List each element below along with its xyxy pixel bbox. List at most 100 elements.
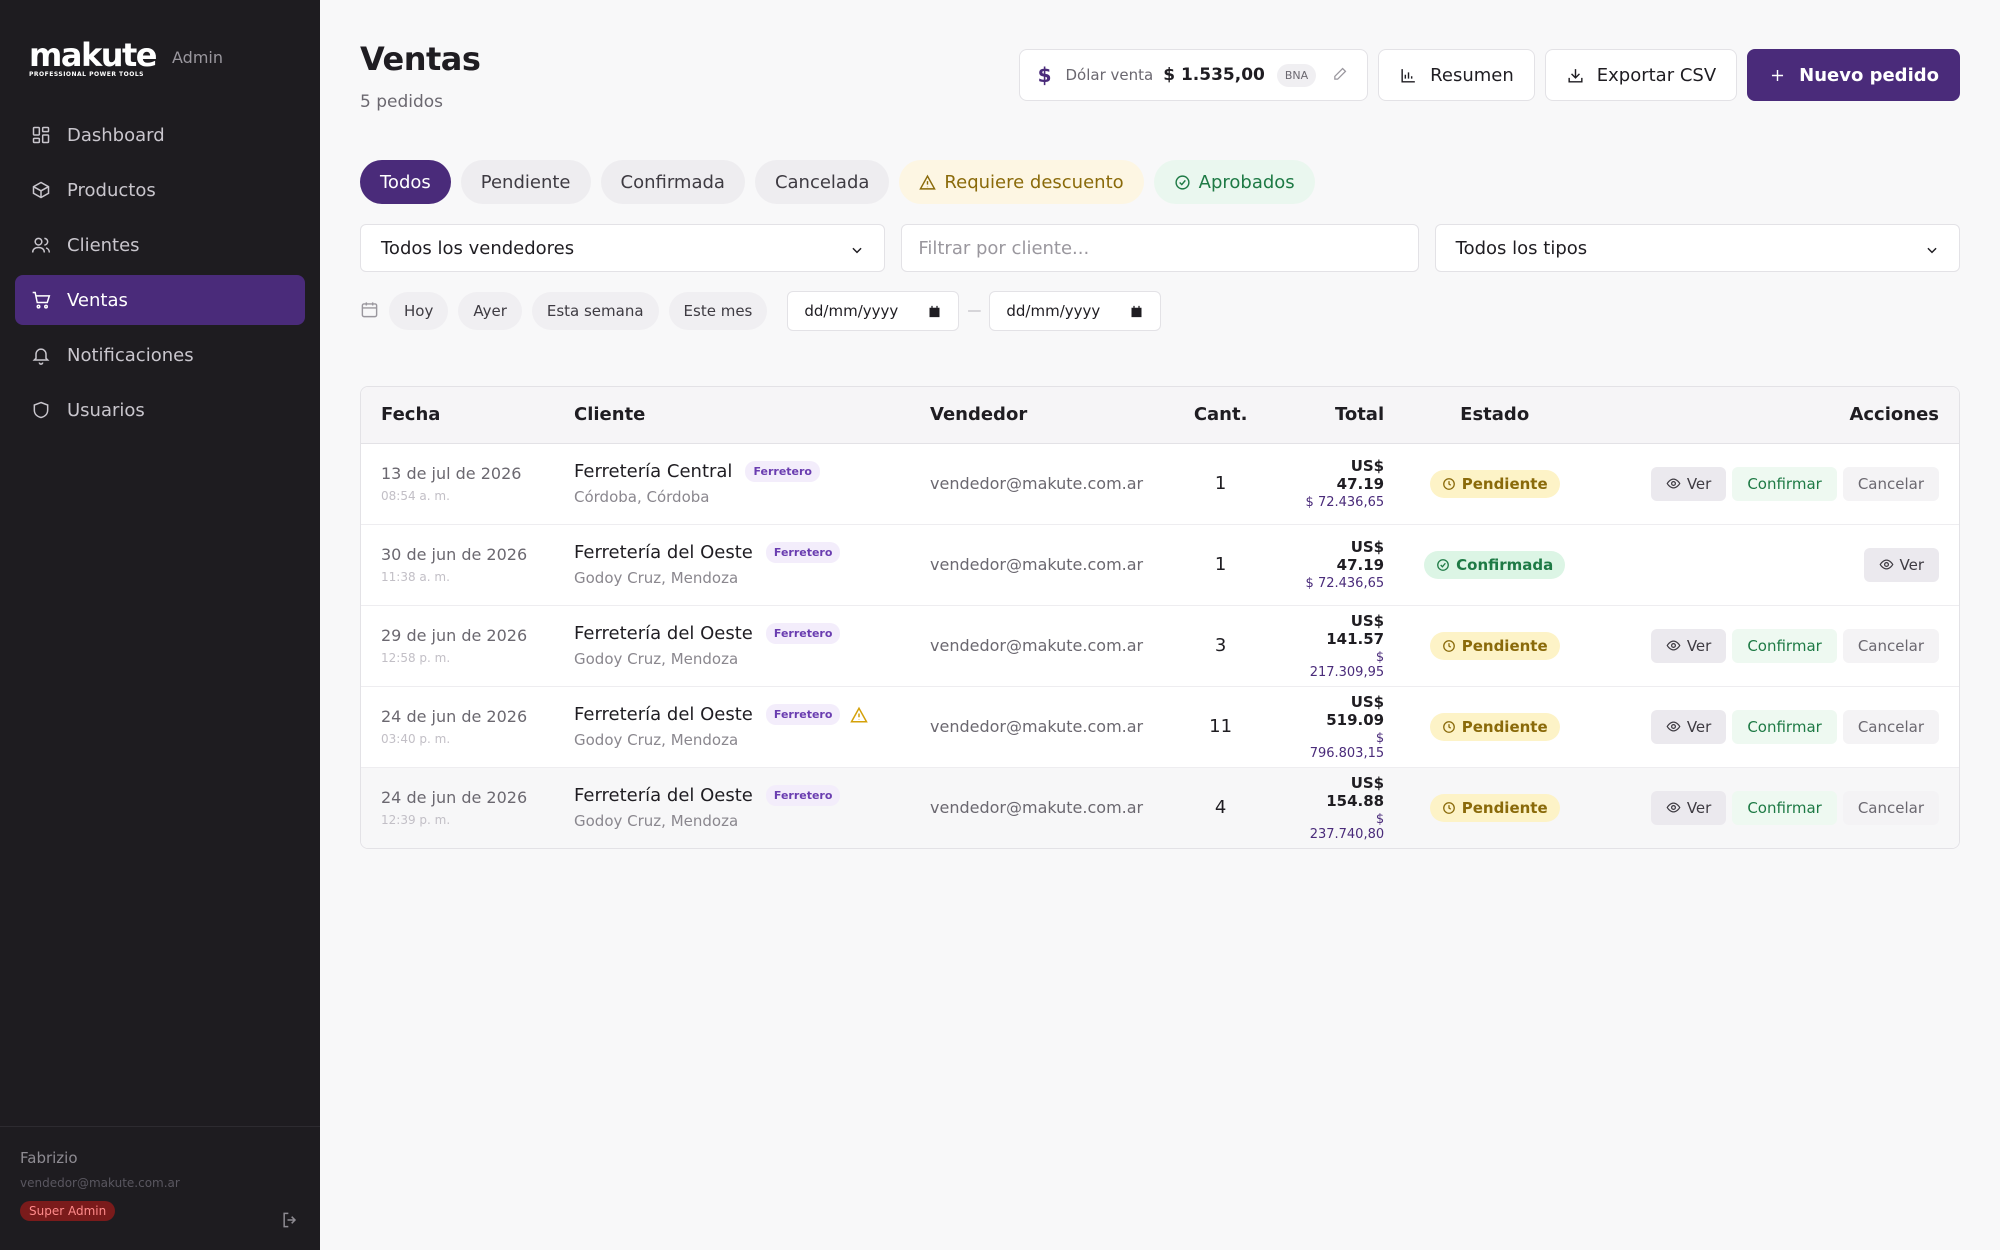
client-name[interactable]: Ferretería del Oeste: [574, 542, 753, 563]
tab-confirmada[interactable]: Confirmada: [600, 160, 745, 204]
view-button-label: Ver: [1686, 474, 1712, 493]
sidebar-item-productos[interactable]: Productos: [15, 165, 305, 215]
actions-cell: Ver Confirmar Cancelar: [1585, 605, 1959, 687]
sidebar-item-clientes[interactable]: Clientes: [15, 220, 305, 270]
date-from-input[interactable]: dd/mm/yyyy: [787, 291, 960, 331]
client-name[interactable]: Ferretería Central: [574, 461, 732, 482]
calendar-picker-icon[interactable]: [927, 304, 942, 319]
calendar-picker-icon[interactable]: [1129, 304, 1144, 319]
seller-select[interactable]: Todos los vendedores: [360, 224, 886, 272]
client-name[interactable]: Ferretería del Oeste: [574, 785, 753, 806]
view-button[interactable]: Ver: [1650, 466, 1727, 501]
user-email: vendedor@makute.com.ar: [20, 1176, 180, 1190]
quantity-cell: 1: [1163, 443, 1279, 525]
total-usd: US$ 47.19: [1336, 457, 1385, 493]
order-date: 29 de jun de 2026: [381, 626, 528, 645]
box-icon: [31, 180, 51, 200]
dollar-rate-box: $ Dólar venta $ 1.535,00 BNA: [1018, 49, 1369, 101]
quantity-cell: 3: [1163, 605, 1279, 687]
table-row[interactable]: 30 de jun de 2026 11:38 a. m. Ferretería…: [361, 524, 1959, 606]
confirm-button[interactable]: Confirmar: [1732, 790, 1837, 825]
client-location: Godoy Cruz, Mendoza: [574, 731, 739, 749]
cart-icon: [31, 290, 51, 310]
sidebar-item-ventas[interactable]: Ventas: [15, 275, 305, 325]
column-header-acciones: Acciones: [1585, 387, 1959, 444]
client-name[interactable]: Ferretería del Oeste: [574, 623, 753, 644]
confirm-button-label: Confirmar: [1747, 474, 1822, 493]
tab-requiere-descuento[interactable]: Requiere descuento: [899, 160, 1144, 204]
status-cell: Confirmada: [1404, 524, 1586, 606]
type-select[interactable]: Todos los tipos: [1434, 224, 1960, 272]
table-row[interactable]: 24 de jun de 2026 12:39 p. m. Ferretería…: [361, 767, 1959, 848]
column-header-estado[interactable]: Estado: [1404, 387, 1586, 444]
date-to-input[interactable]: dd/mm/yyyy: [989, 291, 1162, 331]
new-order-button-label: Nuevo pedido: [1799, 64, 1939, 86]
logout-icon[interactable]: [280, 1210, 300, 1230]
column-header-cant[interactable]: Cant.: [1163, 387, 1279, 444]
cancel-button[interactable]: Cancelar: [1842, 709, 1939, 744]
main-content: Ventas 5 pedidos $ Dólar venta $ 1.535,0…: [320, 0, 2000, 1250]
confirm-button[interactable]: Confirmar: [1732, 709, 1837, 744]
client-type-badge: Ferretero: [765, 623, 841, 644]
sidebar-item-label: Usuarios: [67, 399, 145, 421]
date-chip-esta-semana[interactable]: Esta semana: [531, 292, 659, 330]
total-usd: US$ 141.57: [1326, 611, 1385, 648]
date-chip-este-mes[interactable]: Este mes: [668, 292, 768, 330]
column-header-fecha[interactable]: Fecha: [361, 387, 554, 444]
edit-icon[interactable]: [1332, 65, 1349, 86]
date-chip-ayer[interactable]: Ayer: [458, 292, 522, 330]
client-filter-input[interactable]: [901, 224, 1419, 272]
tab-pendiente[interactable]: Pendiente: [460, 160, 591, 204]
orders-table: Fecha Cliente Vendedor Cant. Total Estad…: [360, 386, 1960, 849]
date-to-placeholder: dd/mm/yyyy: [1006, 302, 1101, 320]
brand-section-label: Admin: [172, 47, 223, 67]
view-button[interactable]: Ver: [1650, 790, 1727, 825]
order-time: 03:40 p. m.: [381, 732, 451, 746]
confirm-button-label: Confirmar: [1747, 798, 1822, 817]
column-header-vendedor[interactable]: Vendedor: [910, 387, 1164, 444]
view-button[interactable]: Ver: [1650, 709, 1727, 744]
summary-button[interactable]: Resumen: [1378, 49, 1535, 101]
status-label: Pendiente: [1461, 717, 1548, 736]
cancel-button[interactable]: Cancelar: [1842, 628, 1939, 663]
sidebar-item-notificaciones[interactable]: Notificaciones: [15, 330, 305, 380]
chevron-down-icon: [1925, 241, 1939, 255]
export-button-label: Exportar CSV: [1596, 64, 1717, 86]
order-date: 30 de jun de 2026: [381, 545, 528, 564]
cancel-button[interactable]: Cancelar: [1842, 790, 1939, 825]
column-header-total[interactable]: Total: [1278, 387, 1405, 444]
sidebar-item-usuarios[interactable]: Usuarios: [15, 385, 305, 435]
status-badge: Pendiente: [1429, 469, 1560, 498]
confirm-button[interactable]: Confirmar: [1732, 466, 1837, 501]
dollar-label: Dólar venta: [1065, 66, 1154, 84]
client-type-badge: Ferretero: [765, 785, 841, 807]
client-cell: Ferretería del Oeste Ferretero Godoy Cru…: [554, 524, 910, 606]
user-panel: Fabrizio vendedor@makute.com.ar Super Ad…: [0, 1126, 320, 1250]
cancel-button[interactable]: Cancelar: [1842, 466, 1939, 501]
users-icon: [31, 235, 51, 255]
tab-todos[interactable]: Todos: [360, 160, 451, 204]
view-button[interactable]: Ver: [1863, 547, 1939, 582]
tab-aprobados[interactable]: Aprobados: [1153, 160, 1315, 204]
table-row[interactable]: 13 de jul de 2026 08:54 a. m. Ferretería…: [361, 443, 1959, 525]
type-select-value: Todos los tipos: [1455, 237, 1588, 259]
tab-cancelada[interactable]: Cancelada: [754, 160, 890, 204]
header-actions: $ Dólar venta $ 1.535,00 BNA Resumen Exp…: [1018, 49, 1960, 101]
confirm-button[interactable]: Confirmar: [1732, 628, 1837, 663]
makute-logo[interactable]: makute PROFESSIONAL POWER TOOLS: [29, 39, 158, 78]
total-usd: US$ 47.19: [1336, 538, 1385, 574]
table-row[interactable]: 24 de jun de 2026 03:40 p. m. Ferretería…: [361, 686, 1959, 768]
confirm-button-label: Confirmar: [1747, 717, 1822, 736]
export-csv-button[interactable]: Exportar CSV: [1544, 49, 1738, 101]
sidebar-item-dashboard[interactable]: Dashboard: [15, 110, 305, 160]
new-order-button[interactable]: Nuevo pedido: [1747, 49, 1960, 101]
column-header-cliente[interactable]: Cliente: [554, 387, 910, 444]
table-row[interactable]: 29 de jun de 2026 12:58 p. m. Ferretería…: [361, 605, 1959, 687]
view-button[interactable]: Ver: [1650, 628, 1727, 663]
date-separator: —: [967, 303, 982, 319]
client-name[interactable]: Ferretería del Oeste: [574, 704, 753, 725]
order-date: 24 de jun de 2026: [381, 788, 528, 808]
dollar-icon: $: [1037, 63, 1052, 87]
date-chip-hoy[interactable]: Hoy: [389, 292, 449, 330]
cancel-button-label: Cancelar: [1857, 474, 1924, 493]
